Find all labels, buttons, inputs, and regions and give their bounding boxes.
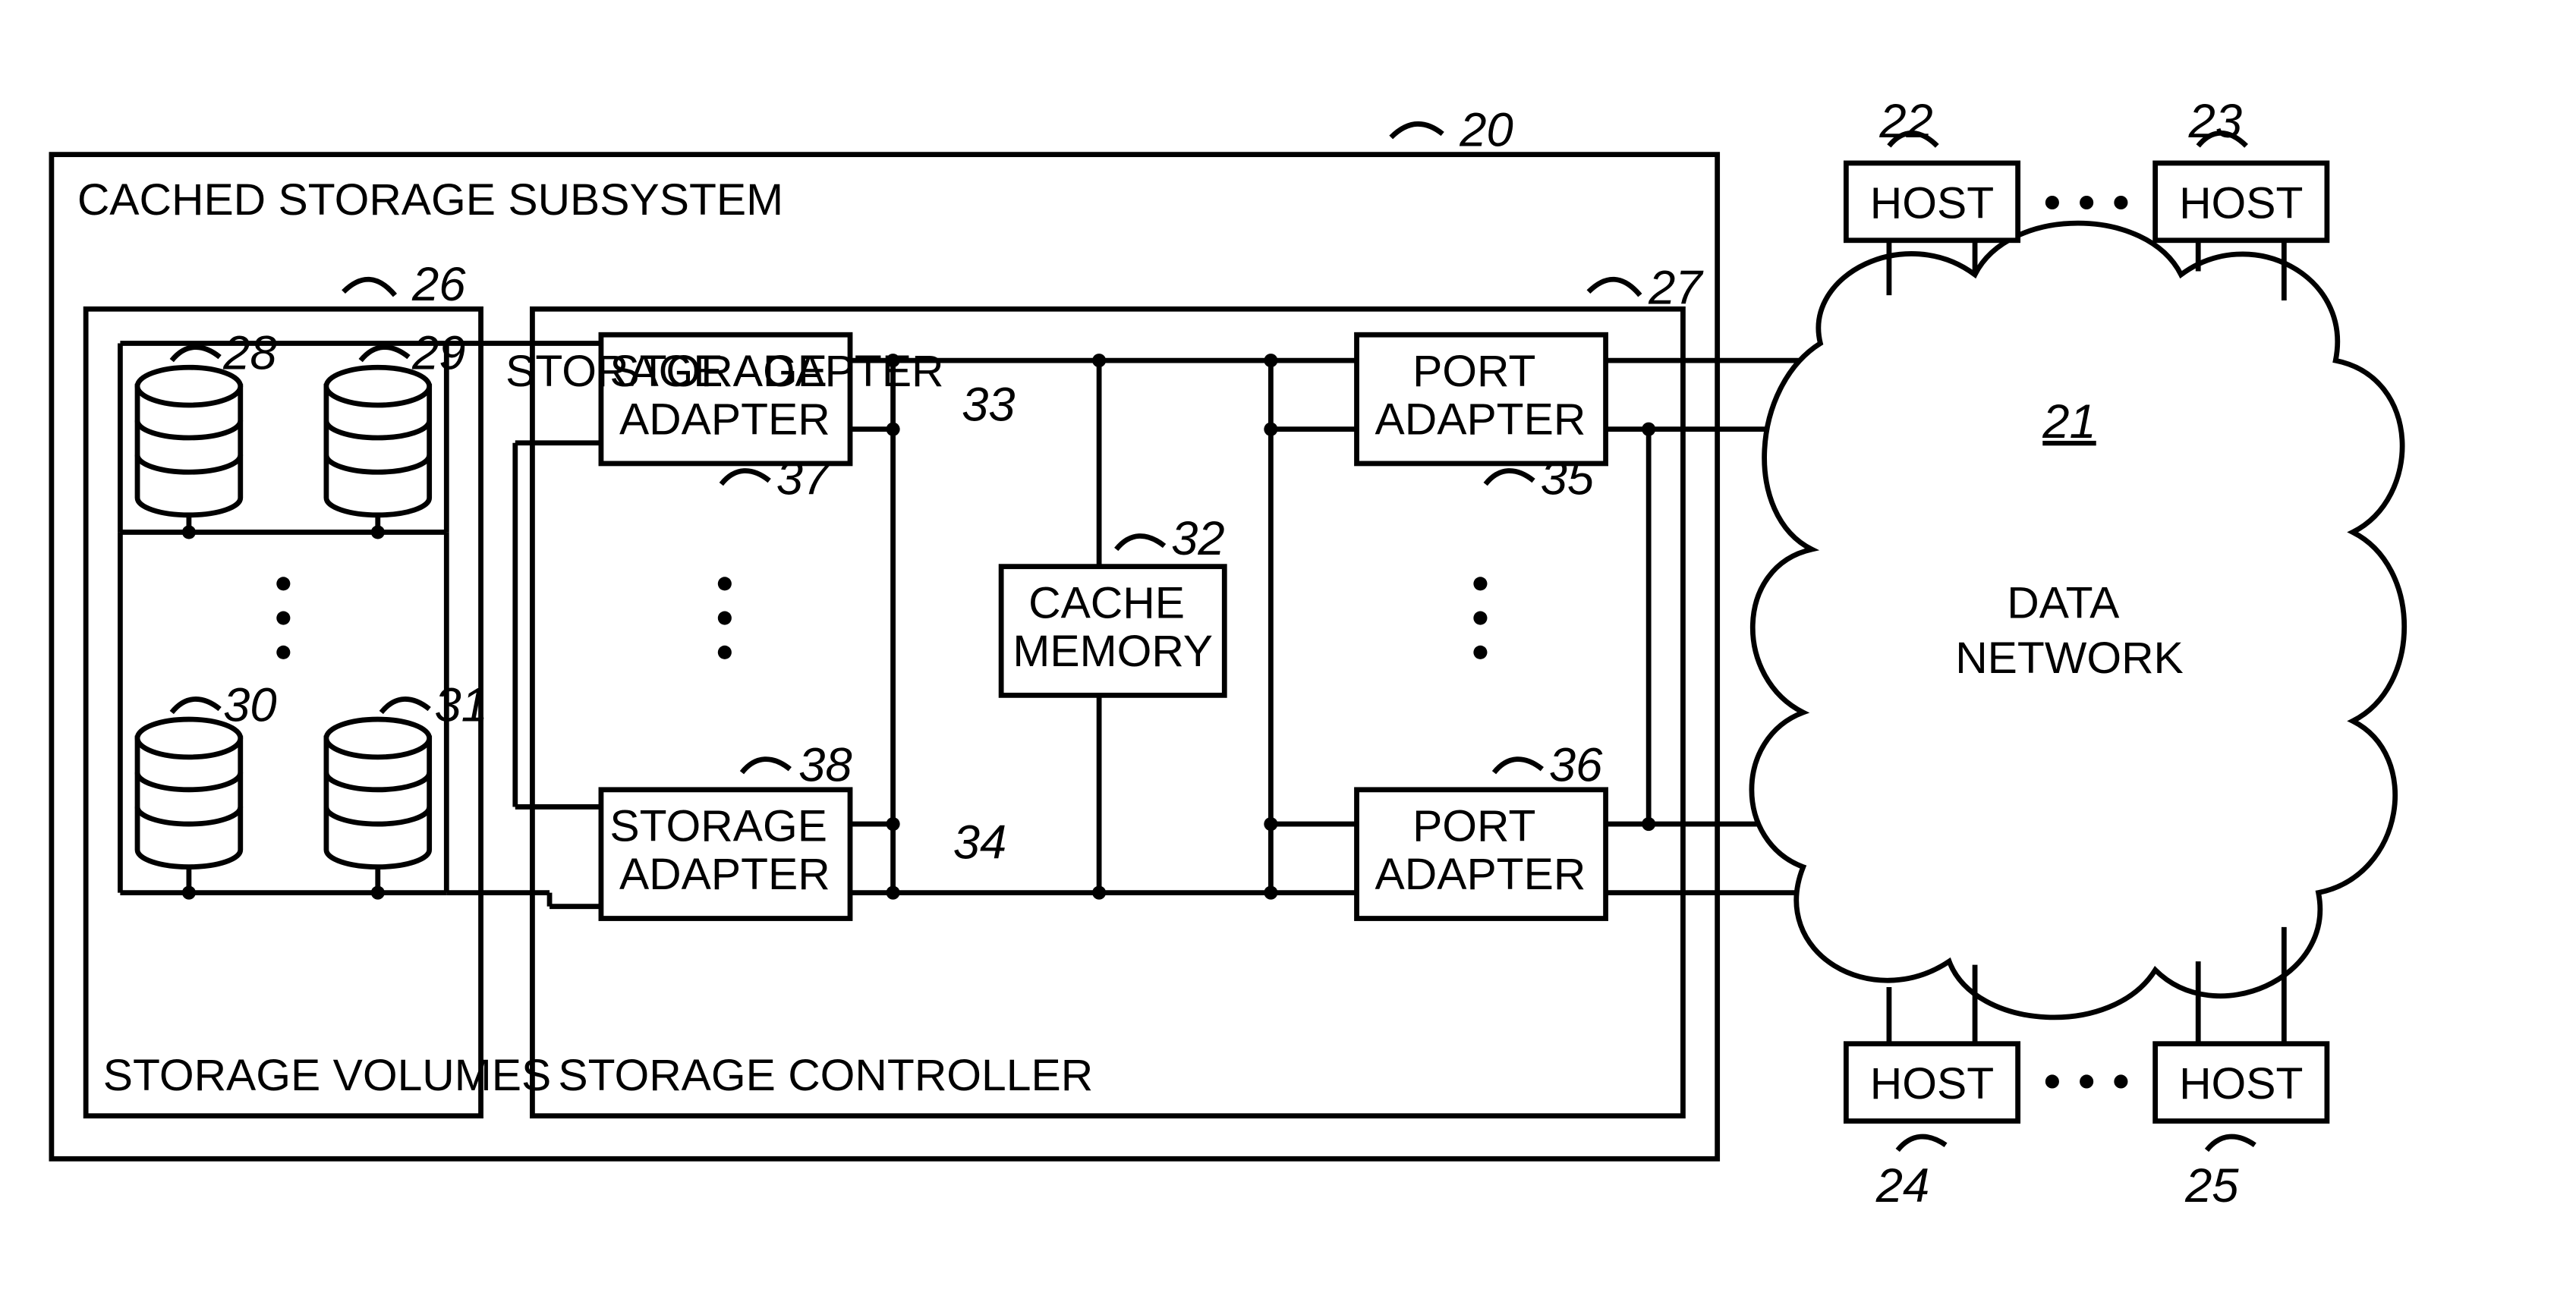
ellipsis-dot [1473, 577, 1487, 590]
storage-volumes-label: STORAGE VOLUMES [103, 1051, 551, 1100]
lead-35 [1485, 470, 1533, 484]
storage-adapter-38-text: STORAGE ADAPTER [609, 802, 839, 899]
junction-dot [886, 423, 900, 436]
ref-30: 30 [223, 678, 276, 731]
lead-32 [1116, 536, 1164, 549]
host-22-label: HOST [1870, 178, 1994, 228]
lead-31 [381, 699, 429, 712]
disk-30 [137, 719, 241, 867]
ref-22: 22 [1878, 95, 1932, 148]
lead-37 [721, 470, 769, 484]
lead-26 [344, 279, 395, 295]
junction-dot [1642, 817, 1655, 831]
ref-34: 34 [953, 816, 1006, 869]
ref-26: 26 [411, 258, 466, 311]
ref-38: 38 [798, 739, 852, 792]
lead-28 [172, 347, 219, 361]
ellipsis-dot [276, 577, 290, 590]
ref-21: 21 [2042, 395, 2096, 448]
lead-24 [1897, 1137, 1945, 1150]
ref-27: 27 [1648, 261, 1704, 314]
lead-29 [361, 347, 408, 361]
host-24-label: HOST [1870, 1059, 1994, 1108]
ref-32: 32 [1171, 512, 1224, 565]
junction-dot [1092, 354, 1106, 367]
ellipsis-dot [1473, 612, 1487, 625]
ellipsis-dot [276, 612, 290, 625]
ellipsis-dot [718, 577, 732, 590]
host-25-label: HOST [2179, 1059, 2303, 1108]
ellipsis-dot [2114, 196, 2127, 209]
junction-dot [1092, 886, 1106, 900]
ref-25: 25 [2184, 1159, 2239, 1212]
ellipsis-dot [2045, 1074, 2059, 1088]
diagram-canvas: CACHED STORAGE SUBSYSTEM 20 STORAGE VOLU… [0, 0, 2576, 1305]
junction-dot [886, 817, 900, 831]
ref-24: 24 [1875, 1159, 1929, 1212]
ref-31: 31 [434, 678, 487, 731]
ellipsis-dot [718, 646, 732, 659]
ref-33: 33 [962, 378, 1015, 431]
ref-35: 35 [1541, 452, 1595, 505]
ref-29: 29 [411, 326, 465, 379]
cached-storage-subsystem-label: CACHED STORAGE SUBSYSTEM [77, 175, 783, 225]
ref-20: 20 [1459, 103, 1513, 156]
ellipsis-dot [2045, 196, 2059, 209]
lead-30 [172, 699, 219, 712]
ref-36: 36 [1549, 739, 1603, 792]
lead-36 [1494, 759, 1542, 773]
ref-23: 23 [2188, 95, 2242, 148]
ellipsis-dot [2080, 196, 2093, 209]
ellipsis-dot [276, 646, 290, 659]
ellipsis-dot [2080, 1074, 2093, 1088]
storage-adapter-37-text: STORAGE ADAPTER [609, 347, 839, 444]
disk-29 [326, 367, 430, 515]
disk-28 [137, 367, 241, 515]
lead-38 [742, 759, 789, 773]
junction-dot [1264, 886, 1277, 900]
cached-storage-subsystem-box [52, 155, 1718, 1159]
junction-dot [886, 354, 900, 367]
junction-dot [1264, 423, 1277, 436]
junction-dot [886, 886, 900, 900]
lead-27 [1589, 279, 1640, 295]
cache-memory-text: CACHE MEMORY [1012, 579, 1213, 676]
junction-dot [1264, 817, 1277, 831]
host-23-label: HOST [2179, 178, 2303, 228]
ref-28: 28 [222, 326, 276, 379]
disk-31 [326, 719, 430, 867]
junction-dot [1264, 354, 1277, 367]
ellipsis-dot [1473, 646, 1487, 659]
ellipsis-dot [2114, 1074, 2127, 1088]
ref-37: 37 [776, 452, 832, 505]
lead-25 [2207, 1137, 2255, 1150]
lead-20 [1391, 124, 1443, 137]
storage-controller-label: STORAGE CONTROLLER [558, 1051, 1093, 1100]
ellipsis-dot [718, 612, 732, 625]
